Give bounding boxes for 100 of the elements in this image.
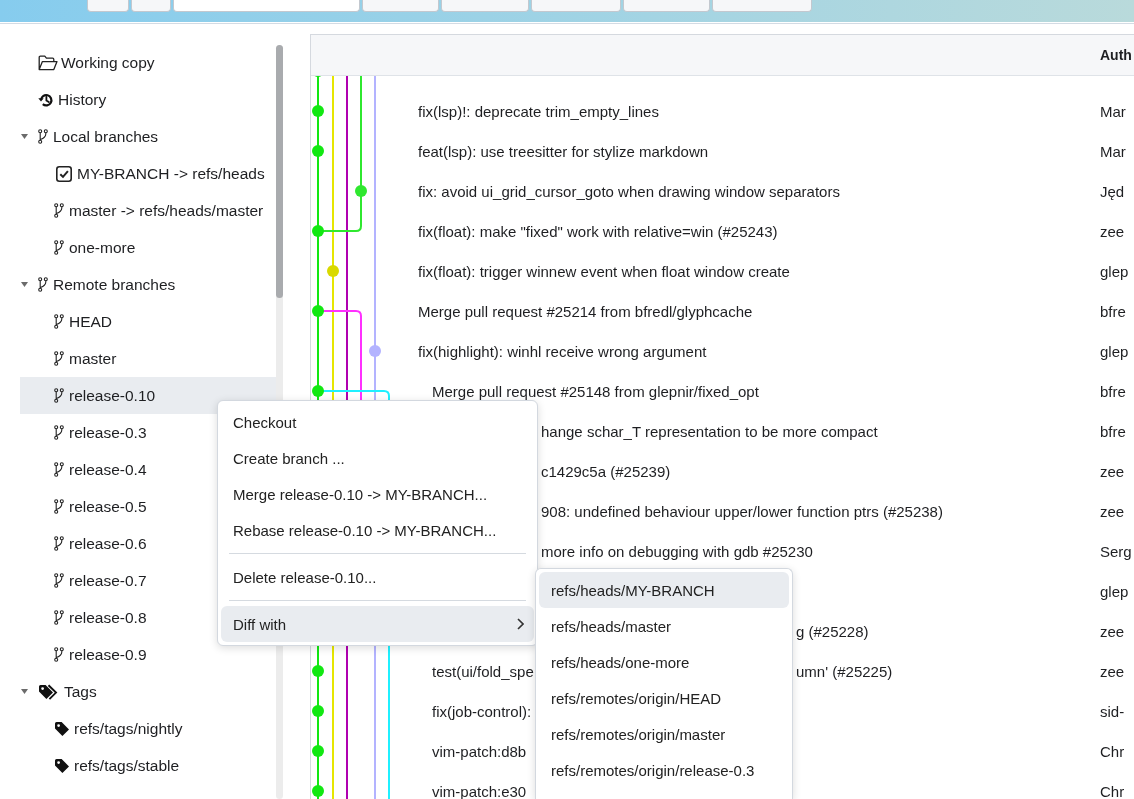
chevron-right-icon [517, 618, 524, 630]
menu-item[interactable]: refs/heads/MY-BRANCH [539, 572, 789, 608]
expand-arrow-icon[interactable] [21, 689, 28, 694]
commit-message: more info on debugging with gdb #25230 [541, 543, 813, 559]
commit-author: zee [1100, 223, 1125, 239]
sidebar-item[interactable]: HEAD [20, 303, 276, 340]
commit-dot-icon [312, 665, 324, 677]
commit-dot-icon [312, 785, 324, 797]
history-icon [38, 91, 54, 108]
branch-icon [54, 536, 64, 551]
branch-icon [38, 129, 48, 144]
menu-item[interactable]: Rebase release-0.10 -> MY-BRANCH... [221, 512, 534, 548]
text-field[interactable] [173, 0, 360, 12]
commit-author: zee [1100, 463, 1125, 479]
commit-dot-icon [312, 105, 324, 117]
sidebar-item[interactable]: refs/tags/stable [20, 747, 276, 784]
menu-item[interactable]: Merge release-0.10 -> MY-BRANCH... [221, 476, 534, 512]
commit-author: bfre [1100, 303, 1126, 319]
commit-dot-icon [327, 265, 339, 277]
sidebar-item[interactable]: master -> refs/heads/master [20, 192, 276, 229]
commit-dot-icon [312, 305, 324, 317]
branch-icon [54, 203, 64, 218]
sidebar-item[interactable]: Remote branches [20, 266, 276, 303]
toolbar-button[interactable] [712, 0, 812, 12]
commit-dot-icon [312, 225, 324, 237]
branch-icon [54, 462, 64, 477]
tags-icon [38, 683, 60, 700]
toolbar-button[interactable] [362, 0, 439, 12]
commit-author: glep [1100, 263, 1129, 279]
column-header[interactable]: Auth [1100, 47, 1132, 63]
commit-message: fix(highlight): winhl receive wrong argument [418, 343, 707, 359]
commit-dot-icon [312, 705, 324, 717]
commit-author: Chr [1100, 743, 1125, 759]
sidebar-item[interactable]: master [20, 340, 276, 377]
menu-item[interactable]: refs/heads/master [539, 608, 789, 644]
menu-item[interactable]: Delete release-0.10... [221, 559, 534, 595]
tag-icon [54, 757, 70, 774]
sidebar-item[interactable]: Local branches [20, 118, 276, 155]
commit-message: fix(job-control): [432, 703, 532, 719]
branch-icon [54, 425, 64, 440]
commit-author: Chr [1100, 783, 1125, 799]
scrollbar-thumb[interactable] [276, 45, 283, 298]
toolbar-button[interactable] [131, 0, 171, 12]
toolbar-button[interactable] [87, 0, 129, 12]
branch-icon [38, 277, 48, 292]
expand-arrow-icon[interactable] [21, 282, 28, 287]
sidebar-item[interactable]: release-0.10 [20, 377, 276, 414]
menu-item[interactable]: refs/remotes/origin/release-0.3 [539, 752, 789, 788]
commit-dot-icon [369, 345, 381, 357]
menu-item[interactable]: refs/remotes/origin/HEAD [539, 680, 789, 716]
checkbox-checked-icon [56, 165, 72, 182]
expand-arrow-icon[interactable] [21, 134, 28, 139]
sidebar-item[interactable]: Working copy [20, 44, 276, 81]
branch-icon [54, 647, 64, 662]
toolbar-button[interactable] [623, 0, 710, 12]
menu-item[interactable]: refs/heads/one-more [539, 644, 789, 680]
commit-dot-icon [312, 145, 324, 157]
commit-message: Merge pull request #25148 from glepnir/fixed_opt [432, 383, 759, 399]
commit-author: zee [1100, 623, 1125, 639]
commit-author: bfre [1100, 423, 1126, 439]
toolbar-button[interactable] [441, 0, 529, 12]
commit-message: fix(float): make "fixed" work with relative=win (#25243) [418, 223, 778, 239]
commit-message: 908: undefined behaviour upper/lower function ptrs (#25238) [541, 503, 943, 519]
commit-author: Serg [1100, 543, 1132, 559]
commit-message: fix: avoid ui_grid_cursor_goto when drawing window separators [418, 183, 840, 199]
commit-dot-icon [355, 185, 367, 197]
tag-icon [54, 720, 70, 737]
sidebar-item[interactable]: one-more [20, 229, 276, 266]
sidebar-item[interactable]: History [20, 81, 276, 118]
menu-item[interactable]: Diff with [221, 606, 534, 642]
commit-message: feat(lsp): use treesitter for stylize markdown [418, 143, 709, 159]
commit-message: g (#25228) [796, 623, 869, 639]
toolbar-button[interactable] [531, 0, 621, 12]
commit-message: test(ui/fold_spe [432, 663, 534, 679]
commit-message: fix(float): trigger winnew event when float window create [418, 263, 790, 279]
sidebar-item[interactable]: MY-BRANCH -> refs/heads [20, 155, 276, 192]
commit-message: umn' (#25225) [796, 663, 893, 679]
branch-icon [54, 610, 64, 625]
branch-icon [54, 351, 64, 366]
commit-message: Merge pull request #25214 from bfredl/glyphcache [418, 303, 753, 319]
branch-icon [54, 573, 64, 588]
commit-author: Mar [1100, 103, 1126, 119]
commit-dot-icon [312, 385, 324, 397]
commit-author: zee [1100, 663, 1125, 679]
commit-message: vim-patch:e30 [432, 783, 527, 799]
sidebar-item[interactable]: refs/tags/nightly [20, 710, 276, 747]
commit-message: vim-patch:d8b [432, 743, 527, 759]
folder-open-icon [38, 54, 58, 71]
sidebar-item[interactable]: Tags [20, 673, 276, 710]
commit-author: Mar [1100, 143, 1126, 159]
commit-message: fix(lsp)!: deprecate trim_empty_lines [418, 103, 659, 119]
menu-item[interactable]: refs/remotes/origin/master [539, 716, 789, 752]
commit-message: c1429c5a (#25239) [541, 463, 671, 479]
menu-item[interactable]: Create branch ... [221, 440, 534, 476]
commit-author: zee [1100, 503, 1125, 519]
branch-icon [54, 240, 64, 255]
branch-icon [54, 388, 64, 403]
commit-dot-icon [312, 745, 324, 757]
commit-author: bfre [1100, 383, 1126, 399]
branch-icon [54, 314, 64, 329]
